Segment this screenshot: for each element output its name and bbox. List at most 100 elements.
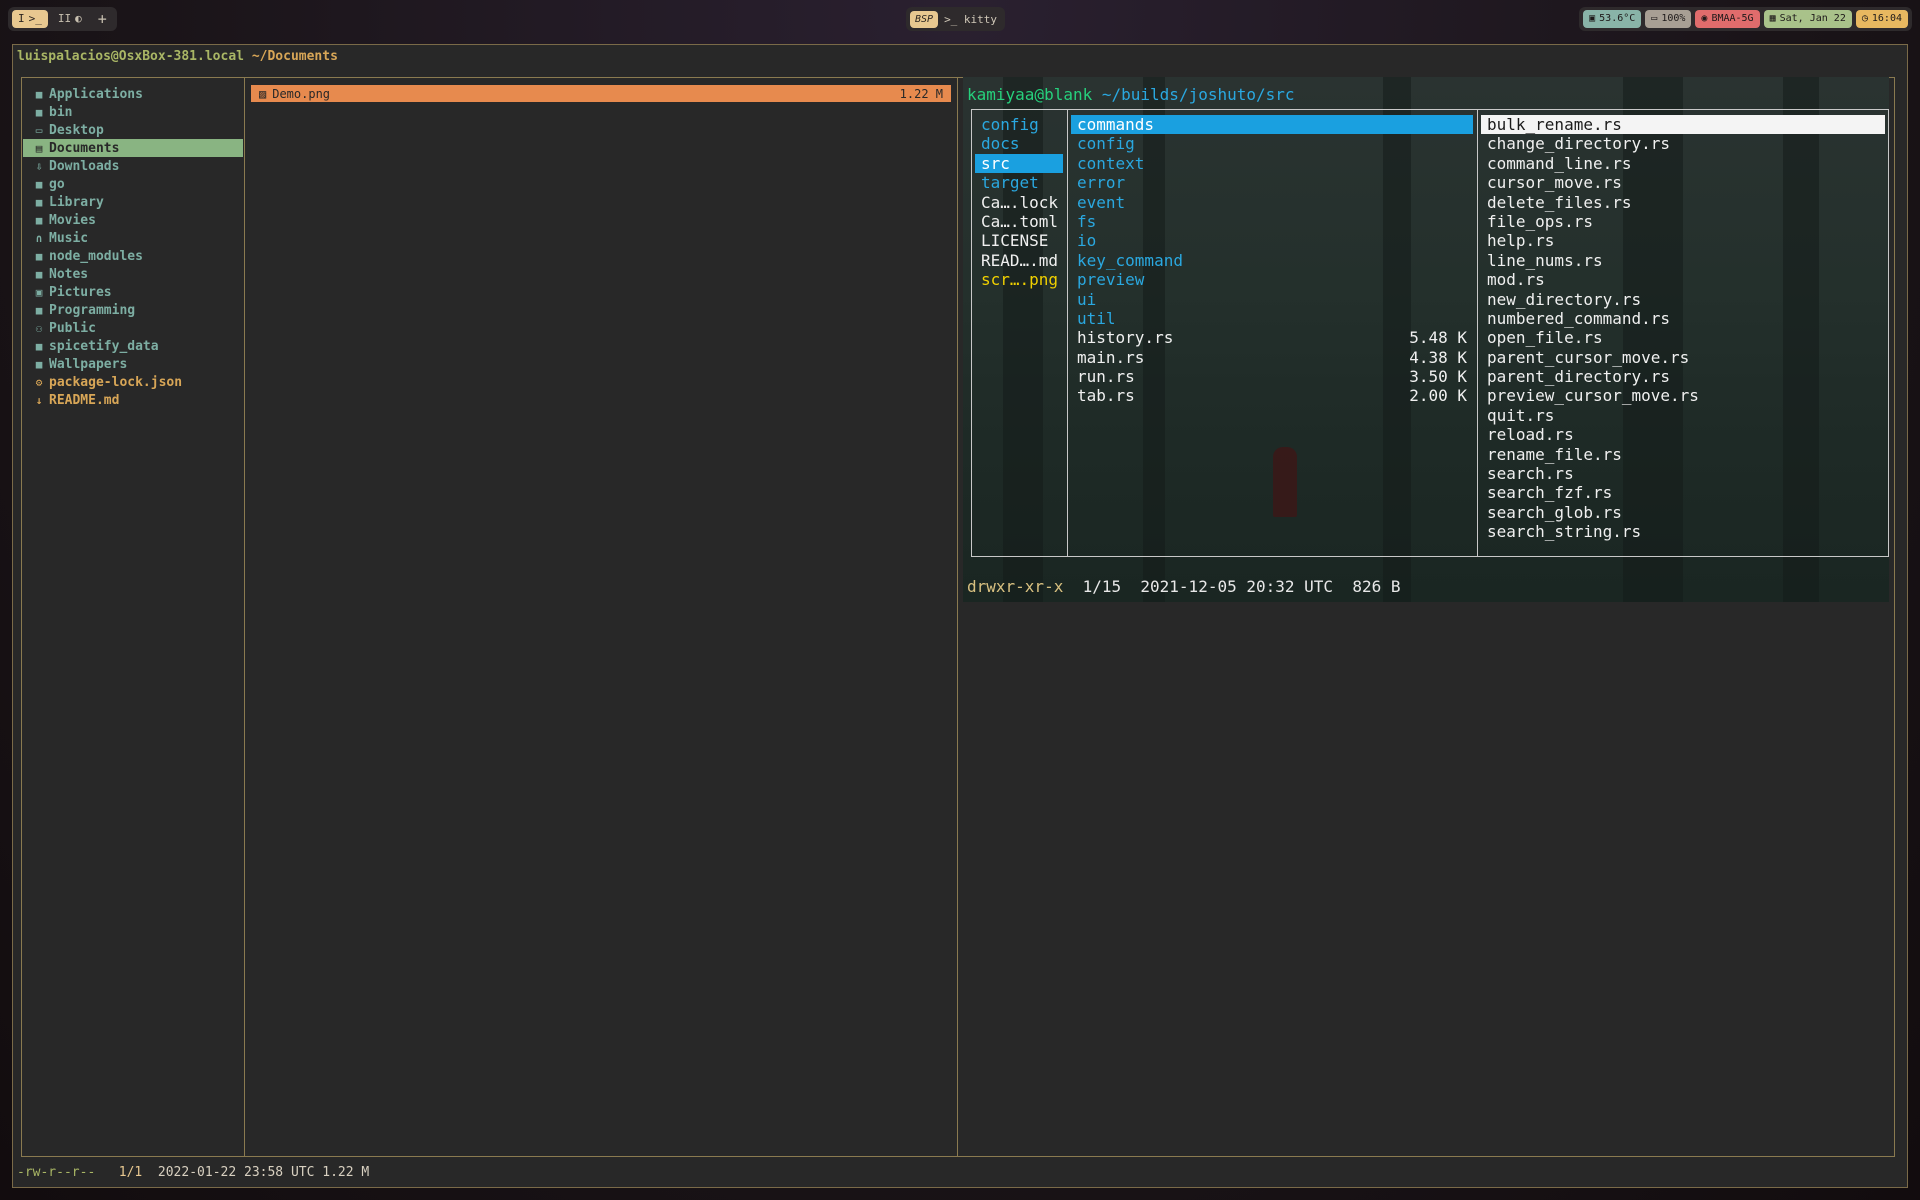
preview-child-item: cursor_move.rs [1487, 173, 1622, 193]
preview-user-host: kamiyaa@blank [967, 85, 1093, 104]
preview-current-item: preview [1071, 270, 1473, 289]
preview-current-item: ui [1071, 290, 1473, 309]
preview-child-item: file_ops.rs [1487, 211, 1593, 231]
sidebar-item[interactable]: ■ spicetify_data [23, 337, 243, 355]
sidebar-item-label: Documents [49, 140, 120, 156]
preview-status-bar: drwxr-xr-x 1/15 2021-12-05 20:32 UTC 826… [967, 577, 1400, 596]
sidebar-item[interactable]: ▤ Documents [23, 139, 243, 157]
preview-divider [1067, 109, 1068, 557]
sidebar-item-label: README.md [49, 392, 120, 408]
status-wifi-text: BMAA-5G [1711, 13, 1754, 24]
status-time[interactable]: ◷ 16:04 [1855, 10, 1908, 28]
workspace-2-label: II [57, 12, 72, 25]
preview-child-item: quit.rs [1487, 405, 1555, 425]
sidebar-item[interactable]: ↓ README.md [23, 391, 243, 409]
terminal-user-host: luispalacios@OsxBox-381.local [17, 49, 244, 64]
preview-child-item: parent_cursor_move.rs [1487, 347, 1690, 367]
preview-item-name: history.rs [1077, 328, 1174, 348]
preview-current-item: error [1071, 173, 1473, 192]
sidebar-item-label: Applications [49, 86, 143, 102]
terminal-window[interactable]: luispalacios@OsxBox-381.local ~/Document… [12, 44, 1908, 1188]
sidebar-item-label: Programming [49, 302, 136, 318]
sidebar-item-label: bin [49, 104, 73, 120]
preview-item-name: error [1077, 173, 1126, 193]
sidebar-item[interactable]: ▭ Desktop [23, 121, 243, 139]
sidebar-item[interactable]: ■ Wallpapers [23, 355, 243, 373]
download-icon: ⇩ [35, 159, 43, 173]
folder-icon: ■ [35, 195, 43, 209]
status-battery-text: 100% [1661, 13, 1686, 24]
add-workspace-button[interactable]: + [92, 10, 113, 28]
preview-child-item: new_directory.rs [1487, 289, 1642, 309]
preview-current-item: run.rs 3.50 K [1071, 367, 1473, 386]
folder-icon: ■ [35, 267, 43, 281]
preview-parent-item: Ca….lock [981, 192, 1059, 212]
preview-permissions: drwxr-xr-x [967, 577, 1064, 596]
file-permissions: -rw-r--r-- [17, 1165, 96, 1180]
headphones-icon: ∩ [35, 231, 43, 245]
json-icon: ⚙ [35, 375, 43, 389]
preview-item-size: 2.00 K [1409, 386, 1467, 406]
sidebar-item[interactable]: ⚇ Public [23, 319, 243, 337]
preview-item-name: preview [1077, 270, 1145, 290]
status-indicators: ▣ 53.6°C ▭ 100% ◉ BMAA-5G ▦ Sat, Jan 22 ◷ 16:04 [1579, 7, 1912, 31]
preview-child-item: help.rs [1487, 231, 1555, 251]
sidebar-item[interactable]: ■ Programming [23, 301, 243, 319]
file-row[interactable]: ▨ Demo.png 1.22 M [251, 85, 951, 102]
layout-mode-badge[interactable]: BSP [910, 10, 939, 28]
sidebar-item[interactable]: ∩ Music [23, 229, 243, 247]
date-icon: ▦ [1769, 13, 1776, 24]
preview-item-name: fs [1077, 211, 1097, 231]
preview-current-item: tab.rs 2.00 K [1071, 386, 1473, 405]
users-icon: ⚇ [35, 321, 43, 335]
image-file-icon: ▨ [259, 86, 267, 101]
sidebar-item[interactable]: ⚙ package-lock.json [23, 373, 243, 391]
sidebar-item[interactable]: ■ Applications [23, 85, 243, 103]
status-temp-text: 53.6°C [1599, 13, 1636, 24]
temp-icon: ▣ [1589, 13, 1596, 24]
workspace-switcher: I >_ II ◐ + [8, 7, 117, 31]
sidebar-item-label: Public [49, 320, 96, 336]
workspace-1-label: I [18, 12, 25, 25]
file-name: Demo.png [272, 86, 331, 101]
preview-current-item: context [1071, 154, 1473, 173]
preview-item-name: main.rs [1077, 347, 1145, 367]
status-wifi[interactable]: ◉ BMAA-5G [1695, 10, 1760, 28]
preview-child-item: parent_directory.rs [1487, 367, 1671, 387]
preview-item-name: key_command [1077, 250, 1183, 270]
preview-current-item: fs [1071, 212, 1473, 231]
workspace-2[interactable]: II ◐ [52, 10, 88, 28]
sidebar-item[interactable]: ■ Notes [23, 265, 243, 283]
preview-current-item: history.rs 5.48 K [1071, 328, 1473, 347]
sidebar-item-label: node_modules [49, 248, 143, 264]
current-directory-list: ▨ Demo.png 1.22 M [251, 85, 951, 102]
sidebar-item[interactable]: ⇩ Downloads [23, 157, 243, 175]
terminal-title: luispalacios@OsxBox-381.local ~/Document… [17, 49, 338, 64]
preview-child-item: bulk_rename.rs [1481, 115, 1885, 135]
sidebar-item-label: package-lock.json [49, 374, 183, 390]
sidebar-item-label: Wallpapers [49, 356, 128, 372]
preview-item-size: 5.48 K [1409, 328, 1467, 348]
wifi-icon: ◉ [1701, 13, 1708, 24]
sidebar-item-label: Downloads [49, 158, 120, 174]
sidebar-item[interactable]: ■ Movies [23, 211, 243, 229]
sidebar-item[interactable]: ■ go [23, 175, 243, 193]
battery-icon: ▭ [1651, 13, 1658, 24]
preview-status-info: 1/15 2021-12-05 20:32 UTC 826 B [1063, 577, 1401, 596]
preview-child-item: delete_files.rs [1487, 192, 1632, 212]
preview-item-name: ui [1077, 289, 1097, 309]
sidebar-item-label: Movies [49, 212, 96, 228]
sidebar-item[interactable]: ■ node_modules [23, 247, 243, 265]
status-battery[interactable]: ▭ 100% [1645, 10, 1692, 28]
preview-item-name: event [1077, 192, 1126, 212]
status-temp[interactable]: ▣ 53.6°C [1583, 10, 1642, 28]
sidebar-item-label: Pictures [49, 284, 112, 300]
image-preview: kamiyaa@blank ~/builds/joshuto/src confi… [963, 77, 1889, 602]
sidebar-item[interactable]: ■ bin [23, 103, 243, 121]
sidebar-item[interactable]: ▣ Pictures [23, 283, 243, 301]
preview-current-column: commands config context error event fs io key_c… [1071, 115, 1473, 406]
sidebar-item[interactable]: ■ Library [23, 193, 243, 211]
workspace-1[interactable]: I >_ [12, 10, 48, 28]
status-date[interactable]: ▦ Sat, Jan 22 [1763, 10, 1852, 28]
preview-divider [1477, 109, 1478, 557]
